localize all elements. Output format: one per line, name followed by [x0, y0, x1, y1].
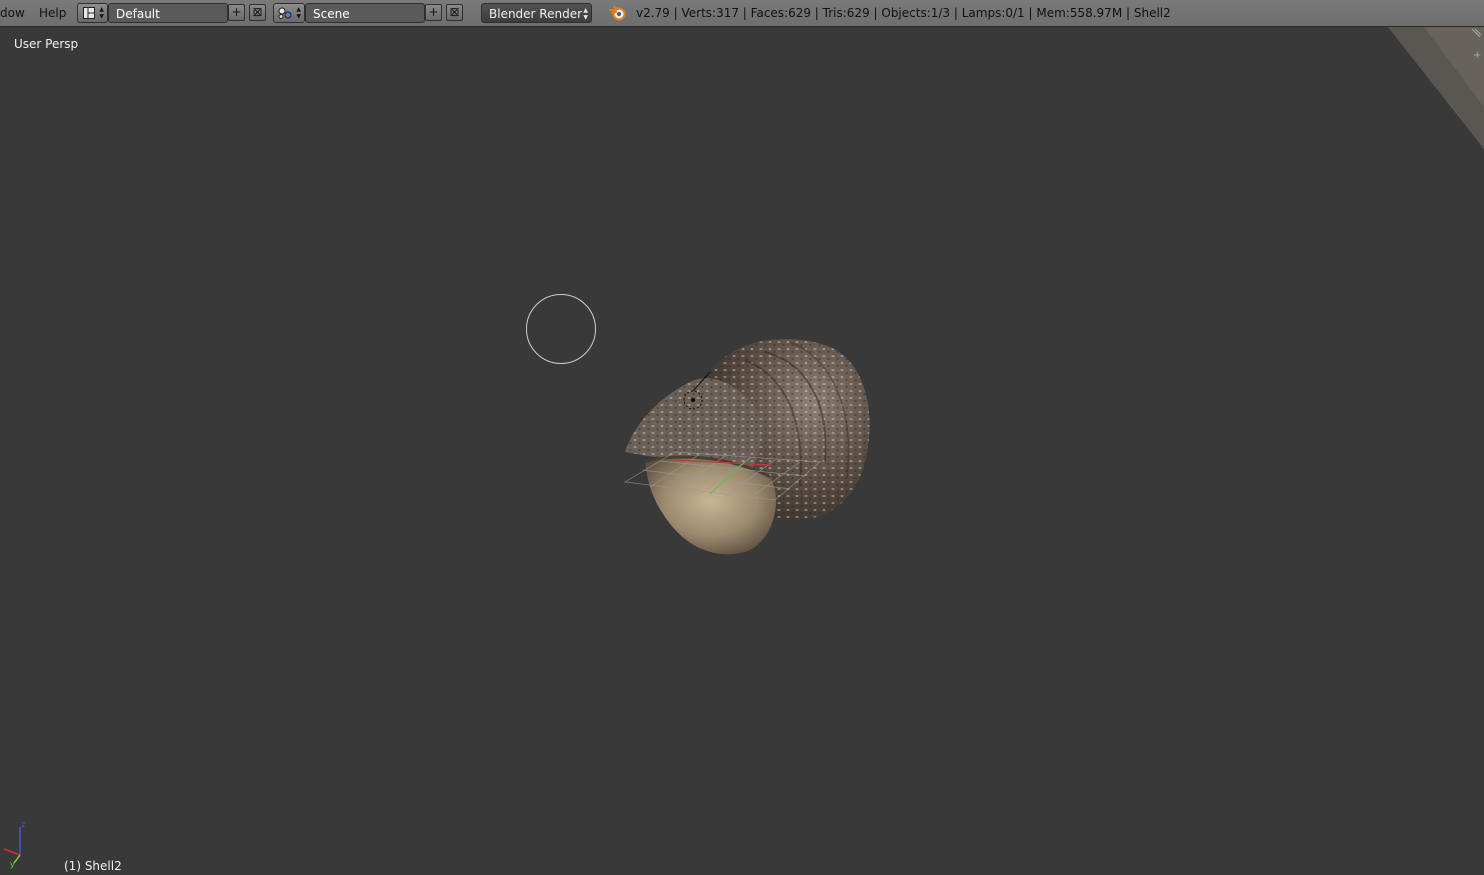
scene-icon: [278, 7, 292, 19]
remove-layout-button[interactable]: ⊠: [249, 4, 266, 21]
layout-icon: [83, 7, 95, 19]
plus-icon: +: [428, 5, 439, 19]
axis-orientation-gizmo: z y: [3, 820, 25, 869]
remove-scene-button[interactable]: ⊠: [446, 4, 463, 21]
render-engine-label: Blender Render: [489, 7, 583, 21]
svg-text:+: +: [1473, 50, 1481, 61]
blender-logo-icon: [609, 6, 626, 21]
view-name-label: User Persp: [14, 37, 79, 51]
scene-browse-button[interactable]: ▲ ▼: [273, 3, 305, 23]
menu-help[interactable]: Help: [39, 6, 66, 20]
menu-window[interactable]: dow: [0, 6, 25, 20]
info-header: dow Help ▲ ▼ Default + ⊠ ▲ ▼ Scene + ⊠ Ble…: [0, 0, 1484, 27]
svg-text:y: y: [10, 860, 15, 869]
shell-mesh-object[interactable]: [615, 312, 880, 557]
svg-text:z: z: [21, 820, 25, 829]
close-icon: ⊠: [449, 5, 460, 19]
close-icon: ⊠: [252, 5, 263, 19]
add-scene-button[interactable]: +: [425, 4, 442, 21]
layout-browse-button[interactable]: ▲ ▼: [77, 3, 108, 23]
layout-name-field[interactable]: Default: [108, 3, 228, 23]
plus-icon: +: [231, 5, 242, 19]
render-engine-dropdown[interactable]: Blender Render ▲ ▼: [481, 3, 592, 23]
brush-cursor-circle: [526, 294, 596, 364]
active-object-label: (1) Shell2: [64, 859, 122, 873]
area-split-corner[interactable]: +: [1384, 27, 1484, 149]
updown-arrows-icon: ▲ ▼: [583, 7, 588, 21]
updown-arrows-icon: ▲ ▼: [99, 6, 104, 20]
scene-statistics: v2.79 | Verts:317 | Faces:629 | Tris:629…: [636, 6, 1171, 20]
scene-name-field[interactable]: Scene: [305, 3, 425, 23]
3d-viewport[interactable]: User Persp + z y (1) Shell2: [0, 27, 1484, 875]
add-layout-button[interactable]: +: [228, 4, 245, 21]
updown-arrows-icon: ▲ ▼: [296, 6, 301, 20]
